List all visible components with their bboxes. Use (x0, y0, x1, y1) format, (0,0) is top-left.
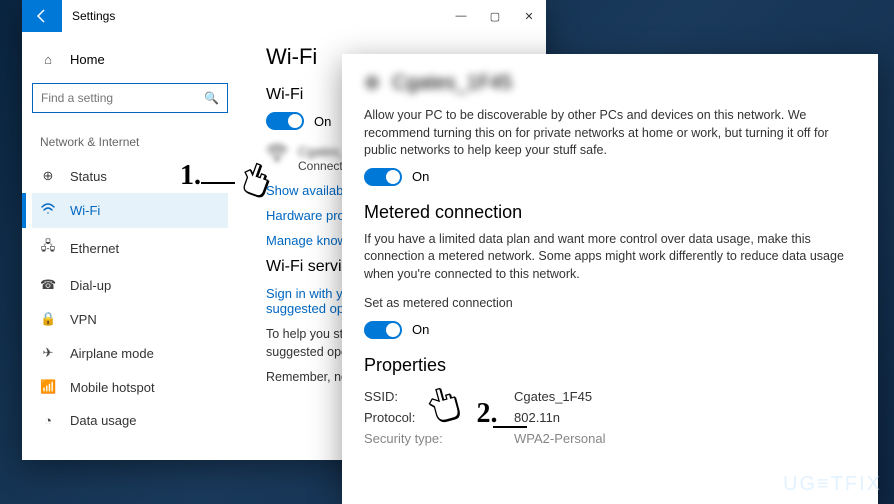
sidebar-item-label: Airplane mode (70, 346, 154, 361)
watermark: UG≡TFIX (783, 473, 882, 496)
wifi-signal-icon (266, 144, 288, 167)
toggle-track (266, 112, 304, 130)
section-label: Network & Internet (32, 131, 228, 159)
sidebar-item-label: Wi-Fi (70, 203, 100, 218)
home-icon: ⌂ (40, 52, 56, 67)
dialup-icon: ☎ (40, 277, 56, 293)
sidebar-item-status[interactable]: ⊕ Status (32, 159, 228, 193)
properties-table: SSID: Cgates_1F45 Protocol: 802.11n Secu… (364, 386, 856, 449)
close-button[interactable]: ✕ (512, 0, 546, 32)
table-row: Security type: WPA2-Personal (364, 428, 856, 449)
properties-heading: Properties (364, 355, 856, 376)
sidebar-item-label: Status (70, 169, 107, 184)
status-icon: ⊕ (40, 168, 56, 184)
sidebar-item-vpn[interactable]: 🔒 VPN (32, 302, 228, 336)
titlebar: Settings — ▢ ✕ (22, 0, 546, 32)
home-label: Home (70, 52, 105, 67)
metered-label: Set as metered connection (364, 295, 856, 313)
prop-key: Security type: (364, 431, 514, 446)
sidebar-item-label: Ethernet (70, 241, 119, 256)
home-nav[interactable]: ⌂ Home (32, 46, 228, 73)
sidebar-item-label: Data usage (70, 413, 137, 428)
window-title: Settings (62, 9, 444, 23)
sidebar-item-label: Dial-up (70, 278, 111, 293)
prop-value: Cgates_1F45 (514, 389, 592, 404)
metered-heading: Metered connection (364, 202, 856, 223)
prop-key: Protocol: (364, 410, 514, 425)
sidebar-item-airplane[interactable]: ✈ Airplane mode (32, 336, 228, 370)
toggle-state: On (412, 169, 429, 184)
discoverable-toggle[interactable]: On (364, 168, 856, 186)
search-box[interactable]: 🔍 (32, 83, 228, 113)
sidebar-item-wifi[interactable]: Wi-Fi (32, 193, 228, 228)
toggle-state: On (314, 114, 331, 129)
toggle-track (364, 321, 402, 339)
toggle-track (364, 168, 402, 186)
data-icon: ◔ (40, 413, 56, 428)
prop-value: WPA2-Personal (514, 431, 606, 446)
vpn-icon: 🔒 (40, 311, 56, 327)
sidebar-item-hotspot[interactable]: 📶 Mobile hotspot (32, 370, 228, 404)
prop-value: 802.11n (514, 410, 560, 425)
metered-description: If you have a limited data plan and want… (364, 231, 856, 284)
network-detail-window: ⚙ Cgates_1F45 Allow your PC to be discov… (342, 54, 878, 504)
sidebar: ⌂ Home 🔍 Network & Internet ⊕ Status Wi-… (22, 38, 238, 445)
prop-key: SSID: (364, 389, 514, 404)
metered-toggle[interactable]: On (364, 321, 856, 339)
search-input[interactable] (41, 91, 204, 105)
search-icon: 🔍 (204, 91, 219, 105)
sidebar-item-datausage[interactable]: ◔ Data usage (32, 404, 228, 437)
table-row: SSID: Cgates_1F45 (364, 386, 856, 407)
table-row: Protocol: 802.11n (364, 407, 856, 428)
maximize-button[interactable]: ▢ (478, 0, 512, 32)
hotspot-icon: 📶 (40, 379, 56, 395)
wifi-icon (40, 202, 56, 219)
airplane-icon: ✈ (40, 345, 56, 361)
sidebar-item-dialup[interactable]: ☎ Dial-up (32, 268, 228, 302)
gear-icon: ⚙ (364, 73, 380, 94)
sidebar-item-ethernet[interactable]: 🖧 Ethernet (32, 228, 228, 268)
sidebar-item-label: VPN (70, 312, 97, 327)
discover-description: Allow your PC to be discoverable by othe… (364, 107, 856, 160)
detail-header: ⚙ Cgates_1F45 (364, 72, 856, 95)
minimize-button[interactable]: — (444, 0, 478, 32)
sidebar-item-label: Mobile hotspot (70, 380, 155, 395)
detail-network-name: Cgates_1F45 (392, 72, 512, 95)
back-button[interactable] (22, 0, 62, 32)
toggle-state: On (412, 322, 429, 337)
ethernet-icon: 🖧 (40, 237, 56, 259)
